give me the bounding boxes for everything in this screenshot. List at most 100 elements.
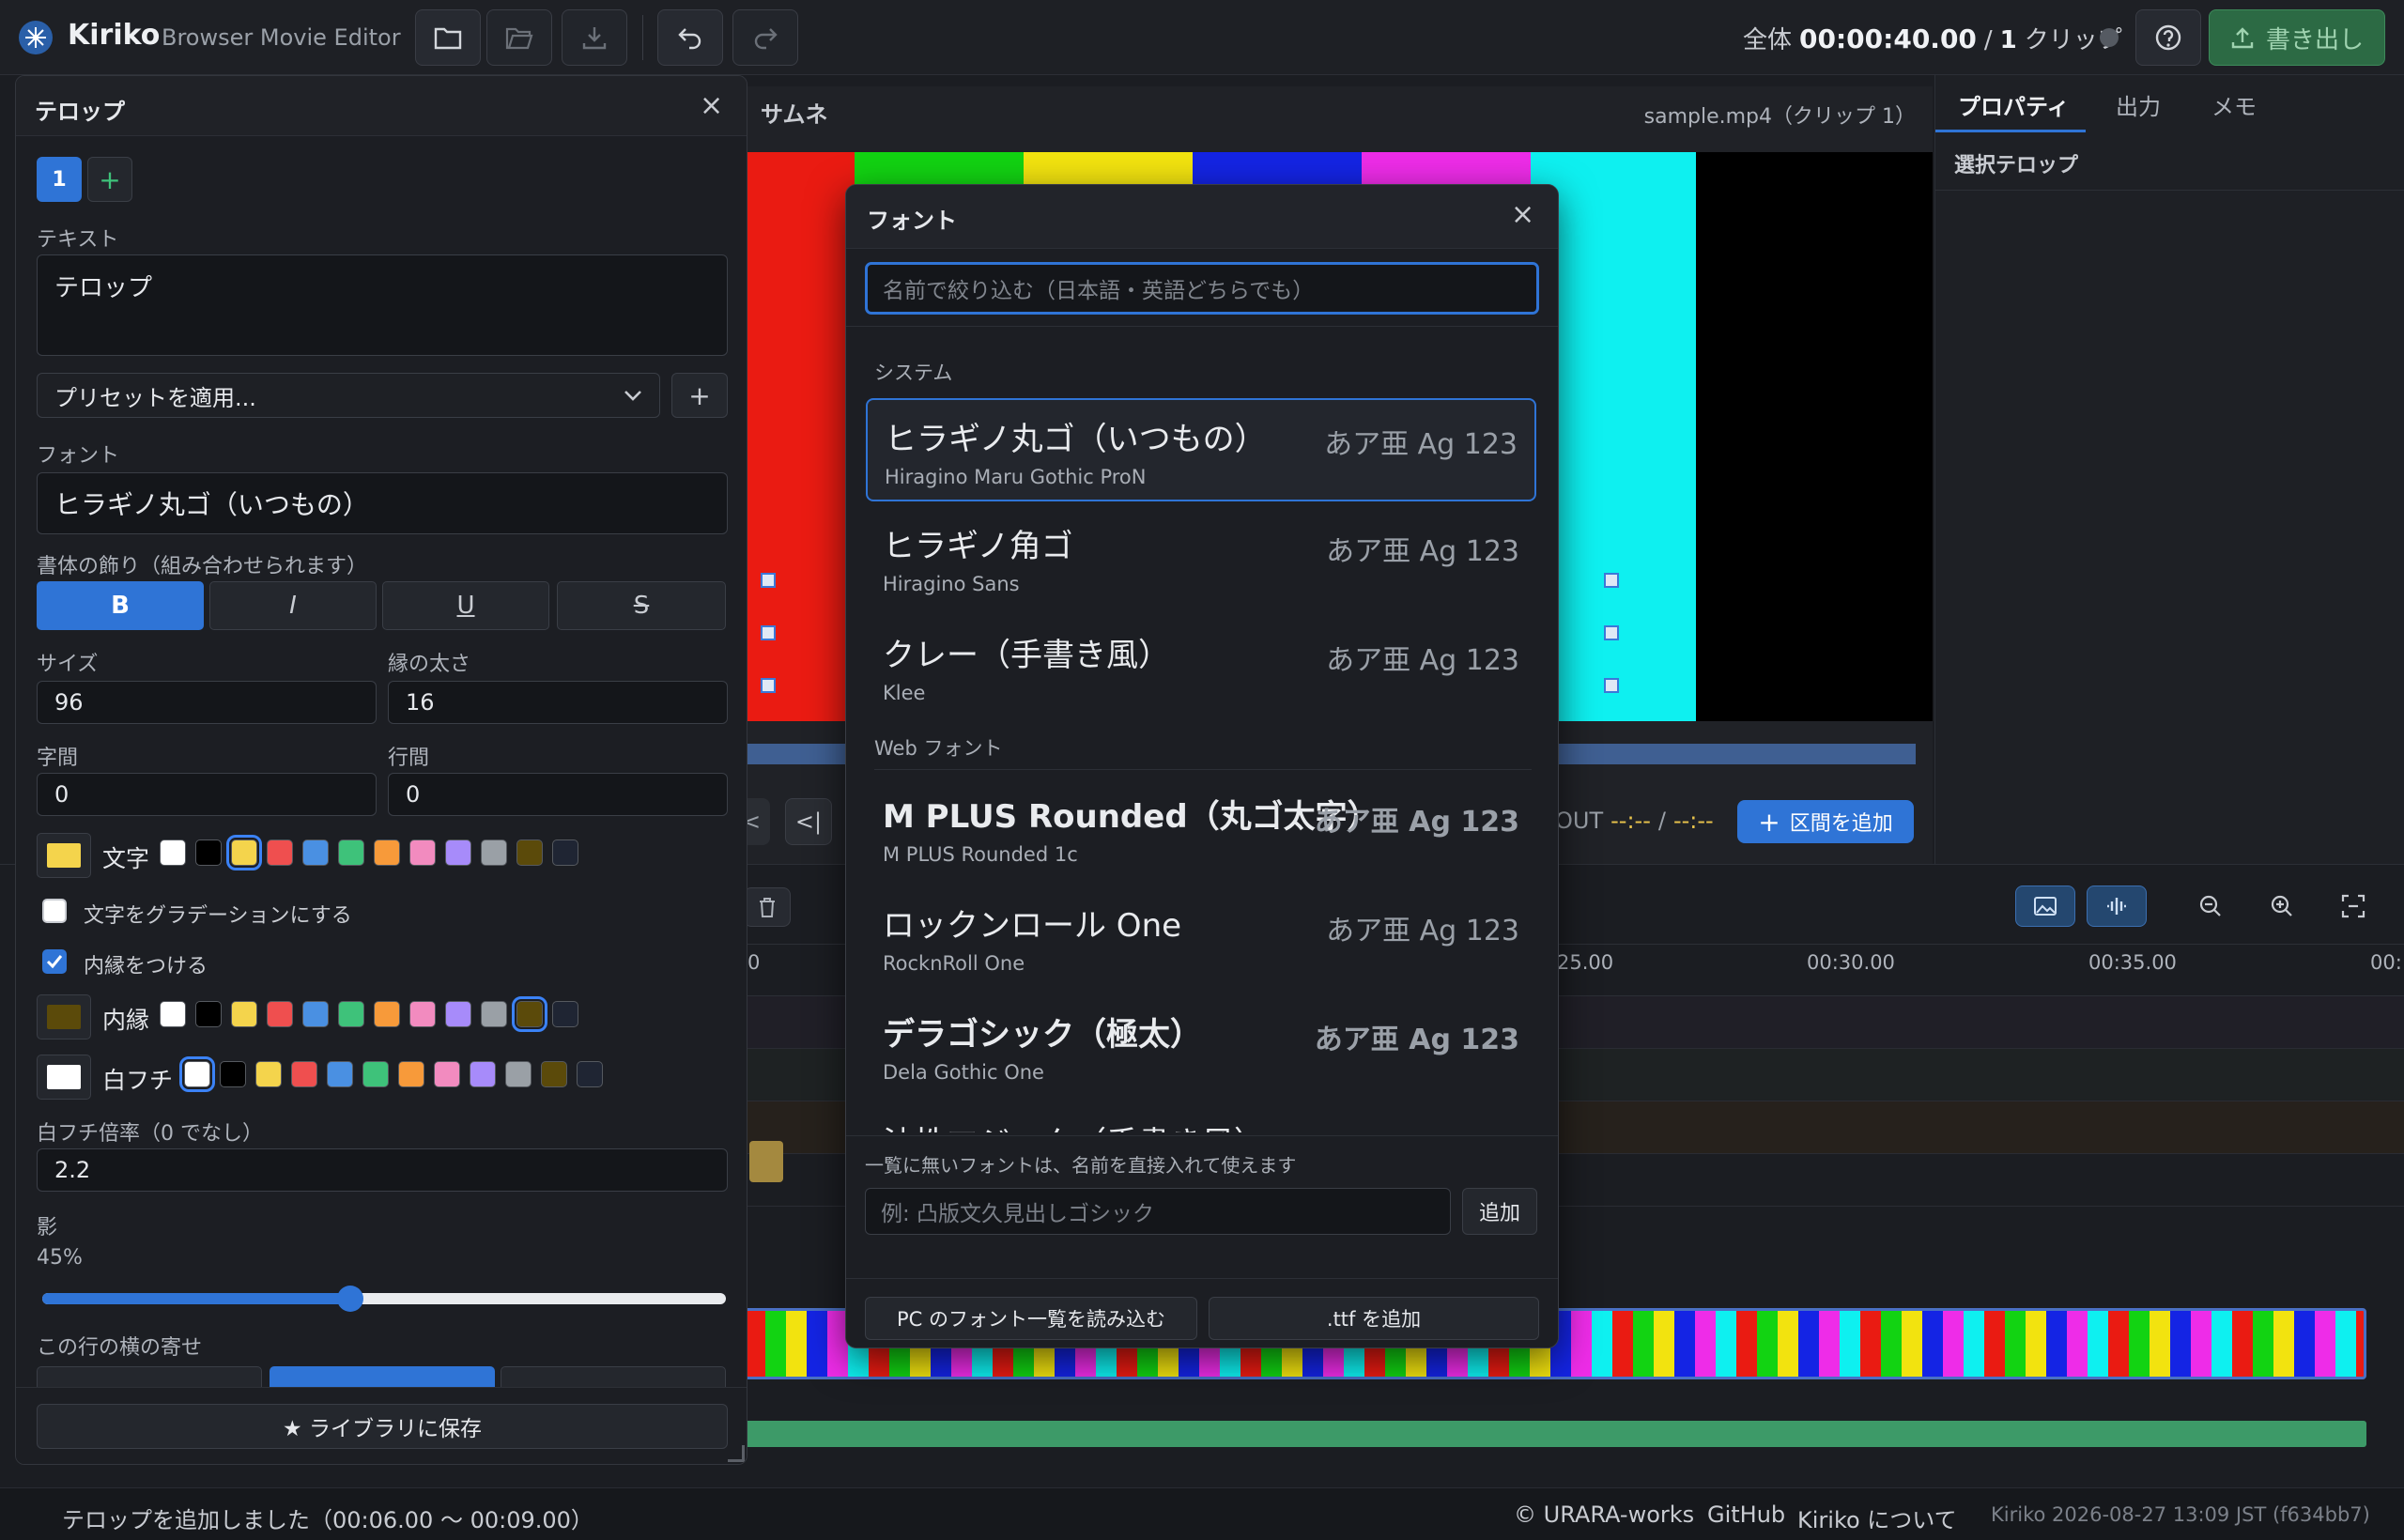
letter-spacing-input[interactable]: 0 (37, 773, 377, 816)
add-telop-button[interactable]: + (87, 157, 132, 202)
inner-color-swatch[interactable] (481, 1001, 507, 1027)
inner-color-swatch[interactable] (445, 1001, 471, 1027)
inner-color-swatch[interactable] (267, 1001, 293, 1027)
font-option[interactable]: ヒラギノ角ゴ Hiragino Sans あア亜 Ag 123 (866, 507, 1536, 610)
tab-memo[interactable]: メモ (2211, 88, 2257, 121)
save-library-button[interactable]: ★ ライブラリに保存 (37, 1404, 728, 1449)
selection-handle[interactable] (1604, 678, 1619, 693)
tab-properties[interactable]: プロパティ (1958, 88, 2070, 121)
inner-color-swatch[interactable] (231, 1001, 257, 1027)
tab-output[interactable]: 出力 (2116, 88, 2161, 121)
font-option[interactable]: デラゴシック（極太） Dela Gothic One あア亜 Ag 123 (866, 995, 1536, 1099)
font-option[interactable]: ロックンロール One RocknRoll One あア亜 Ag 123 (866, 886, 1536, 990)
bold-button[interactable]: B (37, 581, 204, 630)
add-range-button[interactable]: + 区間を追加 (1737, 800, 1914, 843)
save-project-button[interactable] (562, 9, 627, 66)
open-project-button[interactable] (486, 9, 552, 66)
redo-button[interactable] (732, 9, 798, 66)
selection-handle[interactable] (761, 625, 776, 640)
text-color-swatch[interactable] (409, 839, 436, 866)
shadow-slider[interactable] (42, 1293, 726, 1304)
inner-color-swatch[interactable] (160, 1001, 186, 1027)
export-button[interactable]: 書き出し (2209, 9, 2385, 66)
text-color-swatch[interactable] (160, 839, 186, 866)
size-input[interactable]: 96 (37, 681, 377, 724)
fit-button[interactable] (2325, 886, 2381, 927)
font-search-input[interactable]: 名前で絞り込む（日本語・英語どちらでも） (865, 262, 1539, 315)
text-color-swatch[interactable] (516, 839, 543, 866)
italic-button[interactable]: I (209, 581, 377, 630)
underline-button[interactable]: U (382, 581, 549, 630)
zoom-in-button[interactable] (2254, 886, 2310, 927)
inner-color-swatch[interactable] (195, 1001, 222, 1027)
inner-color-swatch[interactable] (409, 1001, 436, 1027)
load-pc-fonts-button[interactable]: PC のフォント一覧を読み込む (865, 1297, 1197, 1340)
telop-tab-1[interactable]: 1 (37, 157, 82, 202)
inner-color-swatch[interactable] (338, 1001, 364, 1027)
text-color-swatch[interactable] (226, 835, 262, 870)
white-color-swatch[interactable] (398, 1061, 424, 1087)
copyright-link[interactable]: © URARA-works (1514, 1502, 1694, 1528)
white-color-swatch[interactable] (541, 1061, 567, 1087)
custom-font-input[interactable]: 例: 凸版文久見出しゴシック (865, 1188, 1451, 1235)
undo-button[interactable] (657, 9, 723, 66)
text-color-swatch[interactable] (267, 839, 293, 866)
selection-handle[interactable] (761, 678, 776, 693)
delete-button[interactable] (744, 887, 791, 927)
text-color-swatch[interactable] (302, 839, 329, 866)
inner-color-swatch[interactable] (374, 1001, 400, 1027)
text-color-swatch[interactable] (481, 839, 507, 866)
selection-handle[interactable] (1604, 625, 1619, 640)
close-icon[interactable]: × (700, 89, 723, 122)
font-option[interactable]: ヒラギノ丸ゴ（いつもの） Hiragino Maru Gothic ProN あア亜… (866, 398, 1536, 501)
white-ratio-input[interactable]: 2.2 (37, 1148, 728, 1192)
text-color-swatch[interactable] (374, 839, 400, 866)
close-icon[interactable]: × (1511, 198, 1534, 231)
white-color-swatch[interactable] (255, 1061, 282, 1087)
white-color-swatch[interactable] (470, 1061, 496, 1087)
text-color-picker[interactable] (37, 833, 91, 878)
white-color-picker[interactable] (37, 1055, 91, 1100)
inner-color-swatch[interactable] (552, 1001, 578, 1027)
white-color-swatch[interactable] (577, 1061, 603, 1087)
tab-thumbnail[interactable]: サムネ (761, 96, 828, 129)
font-option[interactable]: クレー（手書き風） Klee あア亜 Ag 123 (866, 616, 1536, 719)
white-color-swatch[interactable] (291, 1061, 317, 1087)
text-color-swatch[interactable] (552, 839, 578, 866)
white-color-swatch[interactable] (220, 1061, 246, 1087)
selection-handle[interactable] (1604, 573, 1619, 588)
line-spacing-input[interactable]: 0 (388, 773, 728, 816)
stroke-input[interactable]: 16 (388, 681, 728, 724)
gradient-checkbox[interactable] (42, 899, 67, 923)
font-input[interactable]: ヒラギノ丸ゴ（いつもの） (37, 472, 728, 534)
resize-handle-icon[interactable] (728, 1445, 745, 1462)
white-color-swatch[interactable] (505, 1061, 532, 1087)
font-option[interactable]: 油性マジック（手書き風） あア亜 Ag 123 (866, 1104, 1536, 1132)
inner-color-swatch[interactable] (302, 1001, 329, 1027)
add-font-button[interactable]: 追加 (1462, 1188, 1537, 1235)
zoom-out-button[interactable] (2182, 886, 2239, 927)
audio-clip-strip[interactable] (742, 1421, 2366, 1447)
help-button[interactable] (2135, 9, 2201, 66)
selection-handle[interactable] (761, 573, 776, 588)
text-color-swatch[interactable] (338, 839, 364, 866)
inner-color-swatch[interactable] (512, 996, 547, 1032)
thumbnail-toggle-button[interactable] (2015, 886, 2075, 927)
inner-checkbox[interactable] (42, 949, 67, 974)
telop-text-input[interactable]: テロップ (37, 254, 728, 356)
white-color-swatch[interactable] (434, 1061, 460, 1087)
waveform-toggle-button[interactable] (2087, 886, 2147, 927)
about-link[interactable]: Kiriko について (1797, 1502, 1957, 1534)
github-link[interactable]: GitHub (1707, 1502, 1785, 1528)
add-ttf-button[interactable]: .ttf を追加 (1209, 1297, 1539, 1340)
strike-button[interactable]: S (557, 581, 726, 630)
preset-select[interactable]: プリセットを適用... (37, 373, 660, 418)
new-project-button[interactable] (415, 9, 481, 66)
inner-color-picker[interactable] (37, 994, 91, 1040)
font-option[interactable]: M PLUS Rounded（丸ゴ太字） M PLUS Rounded 1c あア亜… (866, 778, 1536, 881)
shadow-slider-thumb[interactable] (336, 1286, 363, 1312)
text-color-swatch[interactable] (195, 839, 222, 866)
white-color-swatch[interactable] (362, 1061, 389, 1087)
add-preset-button[interactable]: + (671, 373, 728, 418)
step-back-button[interactable]: <| (785, 798, 832, 845)
